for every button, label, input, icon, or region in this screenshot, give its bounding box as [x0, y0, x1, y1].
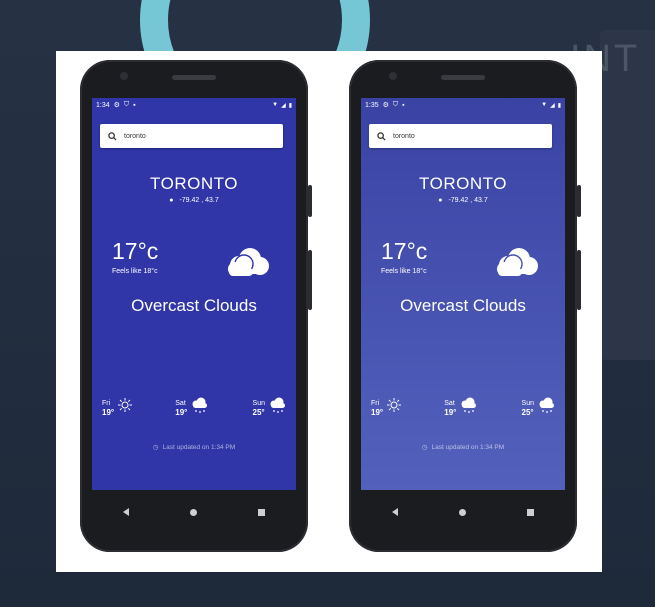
volume-button: [308, 250, 312, 310]
wifi-icon: ▼: [272, 102, 279, 108]
clock-icon: ◷: [421, 444, 428, 451]
settings-icon: ⚙: [382, 102, 389, 109]
search-value: toronto: [124, 132, 146, 140]
forecast-day: Fri 19°: [102, 396, 133, 419]
home-icon[interactable]: [189, 508, 197, 516]
power-button: [308, 185, 312, 217]
back-icon[interactable]: [391, 508, 398, 516]
speaker-grille: [441, 75, 485, 80]
battery-icon: ▮: [288, 102, 292, 109]
back-icon[interactable]: [122, 508, 129, 516]
forecast-row: Fri 19° Sat 19° Sun 25°: [371, 396, 557, 419]
forecast-day-temp: 19°: [444, 407, 457, 417]
recent-apps-icon[interactable]: [527, 508, 535, 516]
coordinates: ● -79.42 , 43.7: [361, 197, 565, 204]
location-pin-icon: ●: [169, 197, 174, 204]
condition-text: Overcast Clouds: [400, 296, 526, 315]
search-icon: [369, 131, 393, 141]
city-name: TORONTO: [150, 174, 238, 193]
clock-icon: ◷: [152, 444, 159, 451]
settings-icon: ⚙: [113, 102, 120, 109]
coordinates-text: -79.42 , 43.7: [179, 197, 219, 204]
forecast-day: Sat 19°: [175, 396, 210, 419]
nav-bar: [92, 492, 296, 532]
forecast-day: Sat 19°: [444, 396, 479, 419]
home-icon[interactable]: [458, 508, 466, 516]
forecast-day-temp: 25°: [521, 407, 534, 417]
last-updated-text: Last updated on 1:34 PM: [162, 443, 236, 451]
nav-bar: [361, 492, 565, 532]
forecast-day-name: Fri: [371, 399, 380, 407]
search-value: toronto: [393, 132, 415, 140]
forecast-row: Fri 19° Sat 19° Sun 25°: [102, 396, 288, 419]
wifi-icon: ▼: [541, 102, 548, 108]
search-icon: [100, 131, 124, 141]
search-input[interactable]: toronto: [100, 124, 283, 148]
sun-icon: [117, 397, 133, 418]
forecast-day-temp: 19°: [102, 407, 115, 417]
status-time: 1:34: [96, 101, 110, 109]
camera-icon: [389, 72, 397, 80]
sim-icon: ▪: [133, 101, 136, 109]
power-button: [577, 185, 581, 217]
cloud-icon: [220, 246, 272, 285]
coordinates-text: -79.42 , 43.7: [448, 197, 488, 204]
temperature: 17°c: [381, 238, 428, 264]
app-screen: 1:35 ⚙ ⛉ ▪ ▼ ◢ ▮ toronto TORONTO ● -79.4…: [361, 98, 565, 490]
feels-like: Feels like 18°c: [112, 268, 158, 275]
app-screen: 1:34 ⚙ ⛉ ▪ ▼ ◢ ▮ toronto TORONTO ● -79.4…: [92, 98, 296, 490]
snow-cloud-icon: [268, 396, 288, 419]
forecast-day-name: Sat: [444, 399, 455, 407]
last-updated: ◷ Last updated on 1:34 PM: [361, 443, 565, 452]
phone-left: 1:34 ⚙ ⛉ ▪ ▼ ◢ ▮ toronto TORONTO ● -79.4…: [80, 60, 312, 552]
temperature: 17°c: [112, 238, 159, 264]
snow-cloud-icon: [537, 396, 557, 419]
forecast-day-temp: 19°: [371, 407, 384, 417]
camera-icon: [120, 72, 128, 80]
last-updated: ◷ Last updated on 1:34 PM: [92, 443, 296, 452]
shield-icon: ⛉: [392, 101, 399, 108]
volume-button: [577, 250, 581, 310]
search-input[interactable]: toronto: [369, 124, 552, 148]
forecast-day-name: Sun: [252, 399, 265, 407]
speaker-grille: [172, 75, 216, 80]
forecast-day-name: Fri: [102, 399, 111, 407]
forecast-day: Fri 19°: [371, 396, 402, 419]
last-updated-text: Last updated on 1:34 PM: [431, 443, 505, 451]
status-bar: 1:35 ⚙ ⛉ ▪ ▼ ◢ ▮: [361, 98, 565, 112]
snow-cloud-icon: [459, 396, 479, 419]
forecast-day: Sun 25°: [522, 396, 557, 419]
forecast-day-temp: 25°: [252, 407, 265, 417]
phone-right: 1:35 ⚙ ⛉ ▪ ▼ ◢ ▮ toronto TORONTO ● -79.4…: [349, 60, 581, 552]
coordinates: ● -79.42 , 43.7: [92, 197, 296, 204]
cloud-icon: [489, 246, 541, 285]
status-time: 1:35: [365, 101, 379, 109]
signal-icon: ◢: [281, 102, 286, 109]
forecast-day-name: Sun: [521, 399, 534, 407]
signal-icon: ◢: [550, 102, 555, 109]
battery-icon: ▮: [557, 102, 561, 109]
shield-icon: ⛉: [123, 101, 130, 108]
snow-cloud-icon: [190, 396, 210, 419]
city-name: TORONTO: [419, 174, 507, 193]
forecast-day-name: Sat: [175, 399, 186, 407]
condition-text: Overcast Clouds: [131, 296, 257, 315]
feels-like: Feels like 18°c: [381, 268, 427, 275]
recent-apps-icon[interactable]: [258, 508, 266, 516]
sun-icon: [386, 397, 402, 418]
sim-icon: ▪: [402, 101, 405, 109]
forecast-day: Sun 25°: [253, 396, 288, 419]
status-bar: 1:34 ⚙ ⛉ ▪ ▼ ◢ ▮: [92, 98, 296, 112]
location-pin-icon: ●: [438, 197, 443, 204]
forecast-day-temp: 19°: [175, 407, 188, 417]
